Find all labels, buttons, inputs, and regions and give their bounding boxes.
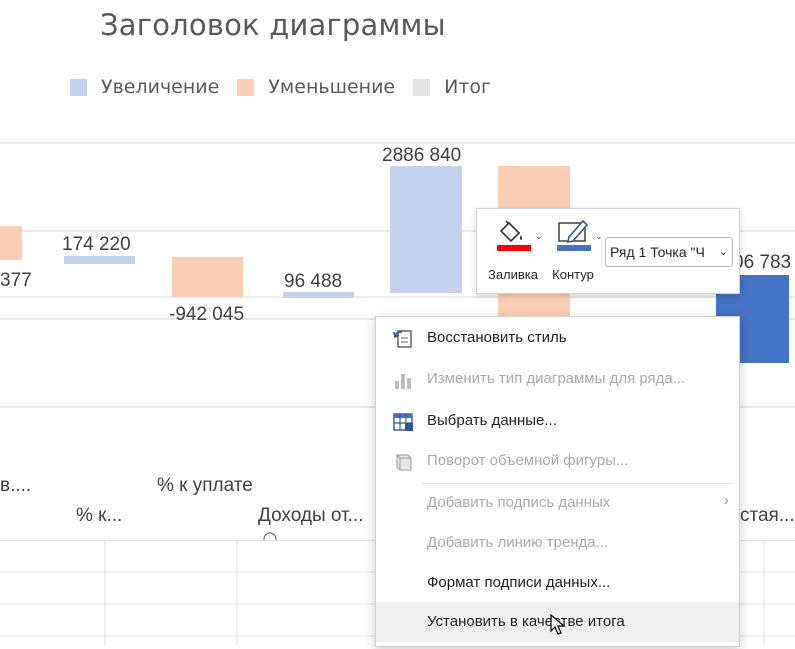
legend-label: Уменьшение	[268, 76, 396, 98]
fill-label: Заливка	[487, 267, 539, 282]
legend-swatch-increase	[70, 78, 87, 96]
menu-item-select-data[interactable]: Выбрать данные...	[376, 401, 739, 441]
menu-item-label: Добавить подпись данных	[427, 494, 611, 511]
category-label: Доходы от...	[258, 505, 363, 526]
chart-legend[interactable]: Увеличение Уменьшение Итог	[70, 76, 509, 98]
menu-item-label: Формат подписи данных...	[427, 574, 611, 591]
bar-increase-96488	[283, 292, 354, 298]
reset-style-icon	[393, 330, 412, 348]
legend-item-total[interactable]: Итог	[413, 76, 491, 98]
category-label: % к уплате	[157, 475, 253, 496]
selection-handle	[263, 532, 277, 540]
chart-type-icon	[395, 374, 411, 389]
legend-swatch-decrease	[237, 78, 255, 96]
data-label: 06 783	[733, 252, 791, 273]
data-label: 377	[0, 270, 32, 291]
menu-item-label: Поворот объемной фигуры...	[427, 452, 629, 469]
menu-item-label: Восстановить стиль	[427, 329, 567, 346]
data-label: 96 488	[284, 271, 342, 292]
legend-label: Увеличение	[101, 76, 220, 98]
outline-button[interactable]: ⌄ Контур	[543, 215, 603, 287]
menu-item-label: Установить в качестве итога	[427, 613, 625, 630]
data-label: 174 220	[62, 234, 131, 255]
menu-item-add-data-label[interactable]: Добавить подпись данных ›	[376, 483, 739, 523]
paint-bucket-icon	[497, 220, 531, 251]
bar-decrease-1	[0, 226, 22, 260]
legend-swatch-total	[413, 78, 431, 96]
menu-item-label: Выбрать данные...	[427, 412, 557, 429]
menu-item-add-trendline[interactable]: Добавить линию тренда...	[376, 523, 739, 563]
chevron-right-icon: ›	[723, 492, 729, 509]
fill-dropdown-arrow-icon[interactable]: ⌄	[535, 231, 543, 242]
menu-item-label: Добавить линию тренда...	[427, 534, 609, 551]
menu-item-change-chart-type[interactable]: Изменить тип диаграммы для ряда...	[376, 359, 739, 399]
menu-item-reset-style[interactable]: Восстановить стиль	[376, 318, 739, 358]
outline-dropdown-arrow-icon[interactable]: ⌄	[595, 231, 603, 242]
category-label: в....	[0, 475, 31, 496]
menu-item-3d-rotation[interactable]: Поворот объемной фигуры...	[376, 441, 739, 481]
chart-title[interactable]: Заголовок диаграммы	[100, 8, 446, 42]
chevron-down-icon: ⌄	[718, 246, 728, 258]
3d-rotation-icon	[396, 454, 412, 471]
menu-item-label: Изменить тип диаграммы для ряда...	[427, 370, 686, 387]
bar-increase-174220	[64, 256, 135, 264]
legend-item-increase[interactable]: Увеличение	[70, 76, 219, 98]
series-select-value: Ряд 1 Точка "Ч	[610, 244, 705, 260]
series-select-dropdown[interactable]: Ряд 1 Точка "Ч ⌄	[605, 237, 733, 267]
menu-item-format-data-labels[interactable]: Формат подписи данных...	[376, 563, 739, 603]
outline-label: Контур	[552, 267, 594, 282]
category-label: стая...	[740, 505, 795, 526]
mini-toolbar: ⌄ Заливка ⌄ Контур Ряд 1 Точка "Ч ⌄	[476, 208, 740, 294]
category-label: % к...	[76, 505, 122, 526]
pen-outline-icon	[557, 219, 591, 251]
context-menu: Восстановить стиль Изменить тип диаграмм…	[375, 316, 740, 647]
bar-decrease-942045	[172, 257, 243, 297]
outline-color-bar	[557, 245, 591, 251]
data-label: -942 045	[169, 304, 244, 325]
select-data-icon	[393, 413, 413, 431]
fill-color-bar	[497, 245, 531, 251]
mouse-cursor-icon	[550, 614, 566, 635]
legend-item-decrease[interactable]: Уменьшение	[237, 76, 395, 98]
data-label: 2886 840	[382, 145, 461, 166]
bar-increase-2886840	[390, 166, 462, 293]
fill-button[interactable]: ⌄ Заливка	[483, 215, 543, 287]
legend-label: Итог	[444, 76, 491, 98]
